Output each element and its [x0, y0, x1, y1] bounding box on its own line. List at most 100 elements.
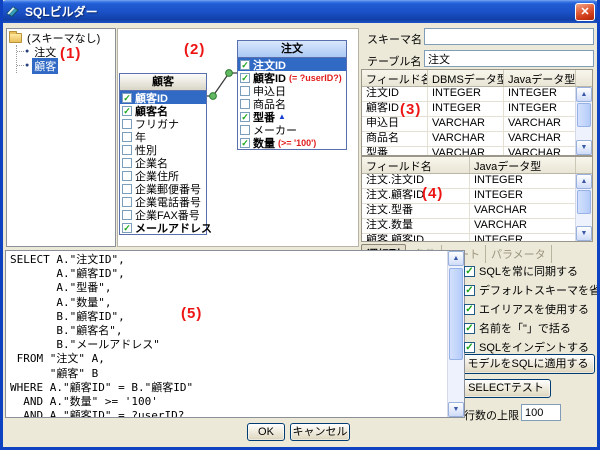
- scroll-down-icon[interactable]: ▼: [576, 226, 592, 241]
- column-header[interactable]: Javaデータ型: [504, 70, 576, 86]
- scroll-thumb[interactable]: [577, 190, 591, 214]
- fields-grid-scrollbar[interactable]: ▲ ▼: [575, 87, 592, 155]
- field-row[interactable]: ✓メールアドレス: [120, 221, 206, 234]
- scroll-up-icon[interactable]: ▲: [448, 251, 464, 266]
- table-row[interactable]: 顧客IDINTEGERINTEGER: [362, 102, 576, 117]
- table-row[interactable]: 注文.顧客IDINTEGER: [362, 189, 576, 204]
- table-name-input[interactable]: [424, 50, 594, 67]
- customer-table-title: 顧客: [120, 74, 206, 91]
- field-checkbox[interactable]: [240, 99, 250, 109]
- field-checkbox[interactable]: [240, 125, 250, 135]
- window-title: SQLビルダー: [25, 3, 98, 20]
- design-canvas[interactable]: 顧客 ✓顧客ID✓顧客名フリガナ年性別企業名企業住所企業郵便番号企業電話番号企業…: [117, 28, 359, 247]
- field-checkbox[interactable]: [240, 86, 250, 96]
- field-checkbox[interactable]: ✓: [240, 73, 250, 83]
- option-label: 名前を「"」で括る: [479, 320, 571, 336]
- table-cell: VARCHAR: [504, 147, 576, 155]
- option-checkbox[interactable]: ✓デフォルトスキーマを省略する: [464, 282, 600, 298]
- column-header[interactable]: Javaデータ型: [470, 157, 576, 173]
- scroll-down-icon[interactable]: ▼: [448, 402, 464, 417]
- field-checkbox[interactable]: ✓: [240, 112, 250, 122]
- option-checkbox[interactable]: ✓ 名前を「"」で括る: [464, 320, 571, 336]
- table-row[interactable]: 注文.注文IDINTEGER: [362, 174, 576, 189]
- sql-editor[interactable]: SELECT A."注文ID", A."顧客ID", A."型番", A."数量…: [5, 250, 465, 418]
- checkbox-checked-icon[interactable]: ✓: [464, 342, 475, 353]
- table-row[interactable]: 注文.型番VARCHAR: [362, 204, 576, 219]
- checkbox-checked-icon[interactable]: ✓: [464, 266, 475, 277]
- option-checkbox[interactable]: ✓ SQLを常に同期する: [464, 263, 578, 279]
- selected-columns-grid-header: フィールド名Javaデータ型: [362, 157, 592, 174]
- scroll-down-icon[interactable]: ▼: [576, 140, 592, 155]
- field-row[interactable]: 年: [120, 130, 206, 143]
- column-header[interactable]: フィールド名: [362, 70, 428, 86]
- tab-parameters[interactable]: パラメータ: [486, 245, 552, 263]
- apply-model-to-sql-button[interactable]: モデルをSQLに適用する: [461, 354, 595, 374]
- option-label: SQLを常に同期する: [479, 263, 578, 279]
- schema-name-input[interactable]: [424, 28, 594, 45]
- table-cell: 注文ID: [362, 87, 428, 101]
- scroll-thumb[interactable]: [449, 268, 463, 360]
- table-cell: INTEGER: [470, 234, 576, 241]
- table-cell: INTEGER: [504, 102, 576, 116]
- field-condition-note: (>= '100'): [278, 138, 316, 148]
- checkbox-checked-icon[interactable]: ✓: [464, 323, 475, 334]
- field-checkbox[interactable]: [122, 132, 132, 142]
- field-checkbox[interactable]: ✓: [122, 223, 132, 233]
- sql-text[interactable]: SELECT A."注文ID", A."顧客ID", A."型番", A."数量…: [10, 253, 446, 418]
- order-table-box[interactable]: 注文 ✓注文ID✓顧客ID(= ?userID?)申込日商品名✓型番▲メーカー✓…: [237, 40, 347, 150]
- select-test-button[interactable]: SELECTテスト: [461, 379, 551, 398]
- close-button[interactable]: ✕: [575, 3, 595, 21]
- option-checkbox[interactable]: ✓SQLをインデントする: [464, 339, 589, 355]
- fields-grid-header: フィールド名DBMSデータ型Javaデータ型: [362, 70, 592, 87]
- field-row[interactable]: ✓数量(>= '100'): [238, 136, 346, 149]
- scroll-up-icon[interactable]: ▲: [576, 174, 592, 189]
- table-cell: 顧客.顧客ID: [362, 234, 470, 241]
- cancel-button[interactable]: キャンセル: [290, 423, 350, 441]
- ok-button[interactable]: OK: [247, 423, 285, 441]
- field-checkbox[interactable]: ✓: [122, 93, 132, 103]
- table-cell: VARCHAR: [470, 204, 576, 218]
- customer-table-box[interactable]: 顧客 ✓顧客ID✓顧客名フリガナ年性別企業名企業住所企業郵便番号企業電話番号企業…: [119, 73, 207, 235]
- table-cell: VARCHAR: [470, 219, 576, 233]
- scroll-up-icon[interactable]: ▲: [576, 87, 592, 102]
- table-cell: 商品名: [362, 132, 428, 146]
- checkbox-checked-icon[interactable]: ✓: [464, 285, 475, 296]
- table-row[interactable]: 型番VARCHARVARCHAR: [362, 147, 576, 155]
- option-checkbox[interactable]: ✓エイリアスを使用する: [464, 301, 589, 317]
- annotation-3: (3): [400, 101, 421, 118]
- field-checkbox[interactable]: [122, 210, 132, 220]
- field-checkbox[interactable]: [122, 171, 132, 181]
- table-row[interactable]: 商品名VARCHARVARCHAR: [362, 132, 576, 147]
- sql-scrollbar[interactable]: ▲ ▼: [447, 251, 464, 417]
- tree-branch-line: [17, 65, 24, 67]
- selected-columns-grid-scrollbar[interactable]: ▲ ▼: [575, 174, 592, 241]
- checkbox-checked-icon[interactable]: ✓: [464, 304, 475, 315]
- field-row[interactable]: フリガナ: [120, 117, 206, 130]
- fields-grid: フィールド名DBMSデータ型Javaデータ型 注文IDINTEGERINTEGE…: [361, 69, 593, 156]
- tree-root[interactable]: (スキーマなし): [9, 31, 113, 45]
- column-header[interactable]: フィールド名: [362, 157, 470, 173]
- order-table-title: 注文: [238, 41, 346, 58]
- field-checkbox[interactable]: [122, 119, 132, 129]
- field-label: 数量: [253, 135, 275, 151]
- scroll-thumb[interactable]: [577, 103, 591, 127]
- join-node-icon: [226, 70, 233, 77]
- table-row[interactable]: 注文IDINTEGERINTEGER: [362, 87, 576, 102]
- field-checkbox[interactable]: [122, 158, 132, 168]
- join-node-icon: [210, 93, 217, 100]
- column-header[interactable]: DBMSデータ型: [428, 70, 504, 86]
- title-bar[interactable]: SQLビルダー ✕: [0, 0, 600, 23]
- table-row[interactable]: 注文.数量VARCHAR: [362, 219, 576, 234]
- table-cell: 注文.数量: [362, 219, 470, 233]
- table-cell: INTEGER: [428, 102, 504, 116]
- field-checkbox[interactable]: [122, 197, 132, 207]
- field-checkbox[interactable]: ✓: [122, 106, 132, 116]
- row-limit-input[interactable]: [521, 404, 561, 421]
- field-checkbox[interactable]: ✓: [240, 138, 250, 148]
- selected-columns-grid-rows: 注文.注文IDINTEGER注文.顧客IDINTEGER注文.型番VARCHAR…: [362, 174, 576, 241]
- table-row[interactable]: 申込日VARCHARVARCHAR: [362, 117, 576, 132]
- field-checkbox[interactable]: [122, 184, 132, 194]
- field-checkbox[interactable]: [122, 145, 132, 155]
- field-checkbox[interactable]: ✓: [240, 60, 250, 70]
- table-row[interactable]: 顧客.顧客IDINTEGER: [362, 234, 576, 241]
